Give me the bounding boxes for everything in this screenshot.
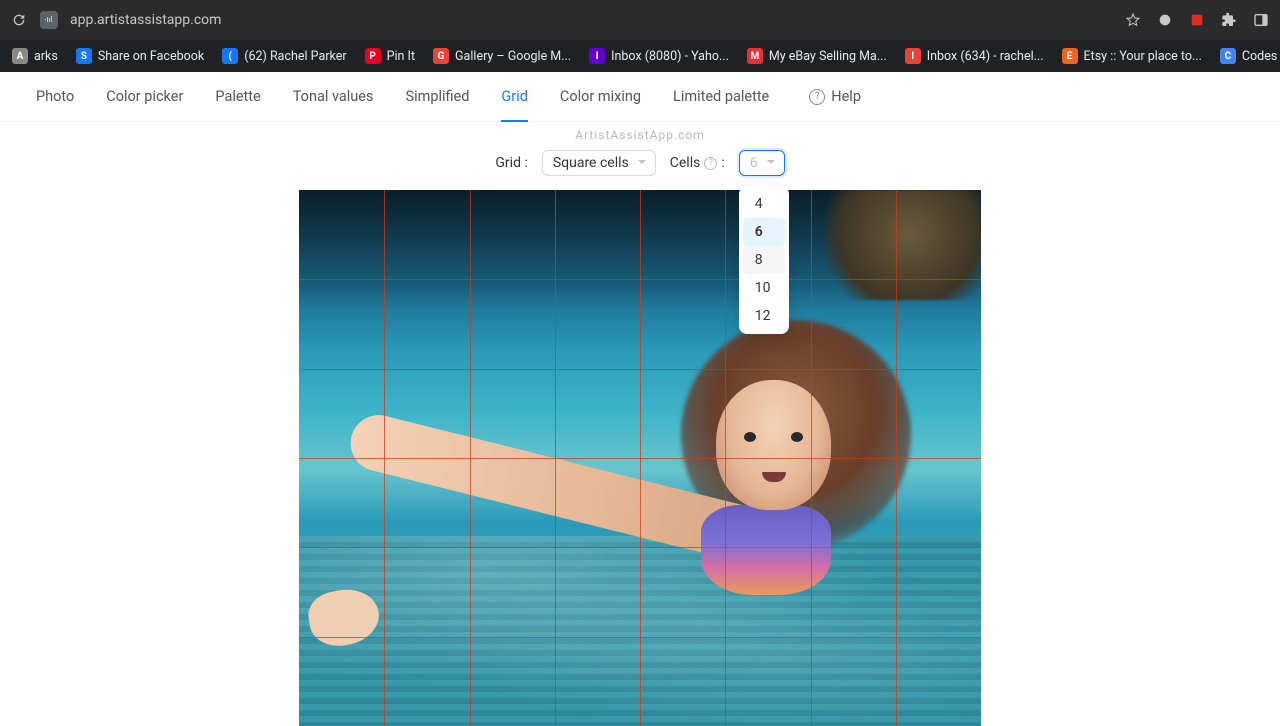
bookmark-favicon: C: [1220, 48, 1236, 64]
photo-canvas[interactable]: [299, 190, 981, 726]
tab-photo[interactable]: Photo: [20, 72, 90, 122]
bookmark-favicon: A: [12, 48, 28, 64]
image-region: [299, 536, 981, 726]
help-label: Help: [831, 88, 861, 105]
bookmark-label: arks: [34, 49, 58, 64]
bookmark-favicon: P: [365, 48, 381, 64]
bookmark-item[interactable]: I Inbox (8080) - Yaho...: [583, 45, 735, 67]
bookmark-favicon: (: [222, 48, 238, 64]
extension-icon-1[interactable]: [1156, 11, 1174, 29]
bookmark-favicon: I: [905, 48, 921, 64]
bookmark-label: (62) Rachel Parker: [244, 49, 346, 64]
bookmark-item[interactable]: C Codes 2015 - Googl...: [1214, 45, 1280, 67]
bookmark-favicon: G: [433, 48, 449, 64]
cells-count-select[interactable]: 6: [739, 150, 785, 176]
bookmark-label: Gallery – Google M...: [455, 49, 571, 64]
tab-color-mixing[interactable]: Color mixing: [544, 72, 657, 122]
bookmark-label: Inbox (8080) - Yaho...: [611, 49, 729, 64]
bookmark-item[interactable]: ( (62) Rachel Parker: [216, 45, 352, 67]
image-region: [701, 505, 831, 595]
grid-controls: Grid : Square cells Cells ? : 6 4681012: [0, 150, 1280, 176]
image-region: [744, 432, 756, 442]
grid-type-value: Square cells: [553, 155, 629, 171]
watermark-text: ArtistAssistApp.com: [0, 128, 1280, 142]
cells-option[interactable]: 12: [743, 302, 785, 330]
tab-grid[interactable]: Grid: [485, 72, 544, 122]
bookmark-favicon: S: [76, 48, 92, 64]
bookmark-label: Codes 2015 - Googl...: [1242, 49, 1280, 64]
cells-label: Cells: [670, 155, 701, 171]
browser-address-bar: app.artistassistapp.com: [0, 0, 1280, 40]
site-info-icon[interactable]: [40, 11, 58, 29]
chevron-down-icon: [766, 155, 776, 171]
image-region: [716, 380, 831, 510]
bookmark-item[interactable]: Aarks: [6, 45, 64, 67]
tab-simplified[interactable]: Simplified: [389, 72, 485, 122]
tab-palette[interactable]: Palette: [199, 72, 276, 122]
cells-colon: :: [721, 155, 724, 171]
bookmarks-bar: Aarks S Share on Facebook ( (62) Rachel Park…: [0, 40, 1280, 72]
canvas-area: [0, 190, 1280, 726]
bookmark-star-icon[interactable]: [1124, 11, 1142, 29]
bookmark-item[interactable]: E Etsy :: Your place to...: [1056, 45, 1208, 67]
tab-help[interactable]: ? Help: [793, 72, 877, 122]
bookmark-label: My eBay Selling Ma...: [769, 49, 887, 64]
info-icon[interactable]: ?: [704, 157, 717, 170]
tab-color-picker[interactable]: Color picker: [90, 72, 199, 122]
bookmark-item[interactable]: M My eBay Selling Ma...: [741, 45, 893, 67]
app-tab-bar: PhotoColor pickerPaletteTonal valuesSimp…: [0, 72, 1280, 122]
bookmark-item[interactable]: I Inbox (634) - rachel...: [899, 45, 1050, 67]
image-region: [801, 190, 981, 300]
cells-option[interactable]: 8: [743, 246, 785, 274]
bookmark-favicon: M: [747, 48, 763, 64]
extension-icon-2[interactable]: [1188, 11, 1206, 29]
tab-tonal-values[interactable]: Tonal values: [277, 72, 390, 122]
bookmark-item[interactable]: P Pin It: [359, 45, 421, 67]
image-region: [762, 472, 786, 482]
bookmark-label: Share on Facebook: [98, 49, 204, 64]
cells-dropdown: 4681012: [739, 186, 789, 334]
image-region: [791, 432, 803, 442]
grid-label: Grid :: [495, 155, 527, 171]
bookmark-item[interactable]: S Share on Facebook: [70, 45, 210, 67]
cells-option[interactable]: 6: [743, 218, 785, 246]
bookmark-item[interactable]: G Gallery – Google M...: [427, 45, 577, 67]
bookmark-label: Etsy :: Your place to...: [1084, 49, 1202, 64]
grid-type-select[interactable]: Square cells: [542, 150, 656, 176]
cells-count-value: 6: [750, 155, 758, 171]
side-panel-icon[interactable]: [1252, 11, 1270, 29]
help-icon: ?: [809, 89, 825, 105]
tab-limited-palette[interactable]: Limited palette: [657, 72, 785, 122]
cells-option[interactable]: 4: [743, 190, 785, 218]
bookmark-favicon: I: [589, 48, 605, 64]
bookmark-label: Inbox (634) - rachel...: [927, 49, 1044, 64]
chevron-down-icon: [637, 155, 647, 171]
url-text[interactable]: app.artistassistapp.com: [70, 12, 1112, 28]
reload-icon[interactable]: [10, 11, 28, 29]
extensions-puzzle-icon[interactable]: [1220, 11, 1238, 29]
bookmark-favicon: E: [1062, 48, 1078, 64]
cells-option[interactable]: 10: [743, 274, 785, 302]
bookmark-label: Pin It: [387, 49, 415, 64]
